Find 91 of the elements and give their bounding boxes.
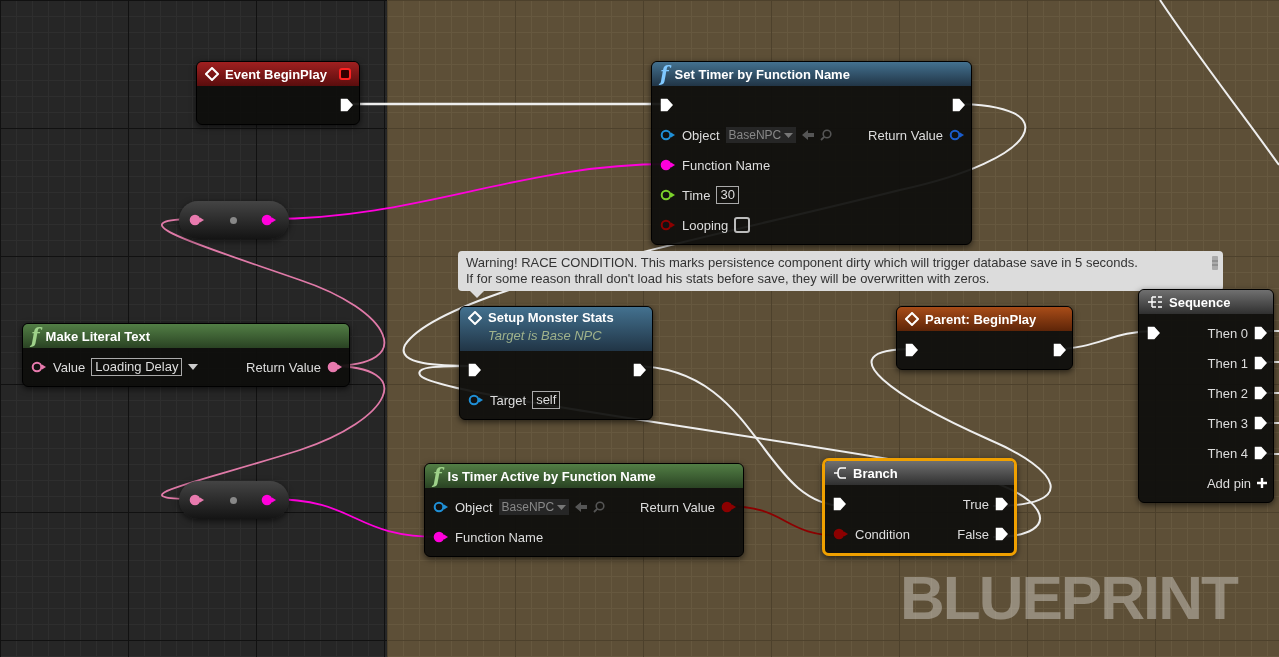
blueprint-node[interactable]: Sequence Then 0 Then 1 Then 2 Then 3 Then 4 Add pin: [1138, 289, 1274, 503]
node-title: Parent: BeginPlay: [925, 311, 1037, 327]
data-pin-icon[interactable]: [189, 494, 205, 506]
value-field[interactable]: self: [532, 391, 561, 409]
arrow-left-icon[interactable]: [802, 130, 815, 140]
arrow-left-icon[interactable]: [575, 502, 588, 512]
graph-type-label: BLUEPRINT: [900, 562, 1237, 633]
data-pin-icon[interactable]: [261, 214, 277, 226]
pin-label: Then 2: [1207, 385, 1248, 401]
pin-label: Then 4: [1207, 445, 1248, 461]
reroute-dot-icon: [229, 496, 237, 504]
checkbox[interactable]: [734, 217, 751, 233]
diamond-icon: [205, 67, 219, 81]
data-pin-icon[interactable]: [261, 494, 277, 506]
pin-label: Return Value: [868, 127, 943, 143]
pin-label: Target: [490, 392, 527, 408]
value-field[interactable]: 30: [716, 186, 739, 204]
exec-pin-icon[interactable]: [1254, 416, 1267, 430]
data-pin-icon[interactable]: [660, 159, 676, 171]
exec-pin-icon[interactable]: [995, 497, 1008, 511]
node-title: Branch: [853, 465, 898, 481]
diamond-icon: [905, 312, 919, 326]
blueprint-node[interactable]: Event BeginPlay: [196, 61, 360, 125]
pin-label: Condition: [855, 526, 910, 542]
object-dropdown[interactable]: BaseNPC: [725, 127, 797, 143]
data-pin-icon[interactable]: [31, 361, 47, 373]
node-title: Make Literal Text: [45, 328, 151, 344]
caret-icon: [557, 504, 567, 510]
pin-label: Then 1: [1207, 355, 1248, 371]
diamond-icon: [468, 311, 482, 325]
branch-icon: [833, 466, 847, 480]
value-field[interactable]: Loading Delay: [91, 358, 183, 376]
node-title: Is Timer Active by Function Name: [447, 468, 656, 484]
node-title: Set Timer by Function Name: [674, 66, 850, 82]
pin-label: True: [962, 496, 989, 512]
pin-label: Object: [455, 499, 493, 515]
data-pin-icon[interactable]: [660, 189, 676, 201]
blueprint-node[interactable]: Setup Monster Stats Target is Base NPC Target self: [459, 306, 653, 420]
plus-icon: [1257, 478, 1267, 488]
replicated-indicator-icon: [339, 68, 351, 80]
object-dropdown[interactable]: BaseNPC: [498, 499, 570, 515]
exec-pin-icon[interactable]: [905, 343, 918, 357]
blueprint-node[interactable]: f Set Timer by Function Name Object BaseNPC Function Name Time 30 Looping Return Value: [651, 61, 972, 245]
data-pin-icon[interactable]: [433, 531, 449, 543]
pin-label: False: [957, 526, 989, 542]
comment-text: Warning! RACE CONDITION. This marks persistence component dirty which will trigger database save in 5 seconds. If for some reason thrall don't load his stats before save, they will be overwritten with zeros.: [466, 255, 1138, 286]
reroute-node[interactable]: [179, 481, 289, 519]
data-pin-icon[interactable]: [189, 214, 205, 226]
sequence-icon: [1147, 296, 1163, 308]
exec-pin-icon[interactable]: [660, 98, 673, 112]
pin-label: Value: [53, 359, 86, 375]
reroute-dot-icon: [229, 216, 237, 224]
exec-pin-icon[interactable]: [952, 98, 965, 112]
data-pin-icon[interactable]: [433, 501, 449, 513]
pin-label: Return Value: [246, 359, 321, 375]
blueprint-node[interactable]: Branch Condition True False: [822, 458, 1017, 556]
node-title: Setup Monster Stats: [488, 310, 614, 325]
exec-pin-icon[interactable]: [1053, 343, 1066, 357]
blueprint-node[interactable]: f Make Literal Text Value Loading Delay Return Value: [22, 323, 350, 387]
exec-pin-icon[interactable]: [1254, 356, 1267, 370]
search-icon[interactable]: [820, 129, 833, 141]
exec-pin-icon[interactable]: [833, 497, 846, 511]
exec-pin-icon[interactable]: [633, 363, 646, 377]
data-pin-icon[interactable]: [660, 129, 676, 141]
pin-label: Object: [682, 127, 720, 143]
node-title: Sequence: [1169, 294, 1231, 310]
exec-pin-icon[interactable]: [1147, 326, 1160, 340]
data-pin-icon[interactable]: [327, 361, 343, 373]
pin-label: Time: [682, 187, 711, 203]
blueprint-node[interactable]: f Is Timer Active by Function Name Object BaseNPC Function Name Return Value: [424, 463, 744, 557]
exec-pin-icon[interactable]: [1254, 386, 1267, 400]
node-subtitle: Target is Base NPC: [488, 328, 603, 343]
pin-label: Looping: [682, 217, 729, 233]
exec-pin-icon[interactable]: [468, 363, 481, 377]
exec-pin-icon[interactable]: [995, 527, 1008, 541]
pin-label: Then 0: [1207, 325, 1248, 341]
add-pin-button[interactable]: Add pin: [1206, 468, 1267, 498]
pin-label: Then 3: [1207, 415, 1248, 431]
caret-icon[interactable]: [188, 364, 199, 370]
node-title: Event BeginPlay: [225, 66, 327, 82]
pin-label: Function Name: [682, 157, 771, 173]
search-icon[interactable]: [593, 501, 606, 513]
exec-pin-icon[interactable]: [340, 98, 353, 112]
caret-icon: [784, 132, 794, 138]
data-pin-icon[interactable]: [468, 394, 484, 406]
pin-label: Return Value: [640, 499, 715, 515]
exec-pin-icon[interactable]: [1254, 446, 1267, 460]
reroute-node[interactable]: [179, 201, 289, 239]
blueprint-node[interactable]: Parent: BeginPlay: [896, 306, 1073, 370]
exec-pin-icon[interactable]: [1254, 326, 1267, 340]
pin-label: Function Name: [455, 529, 544, 545]
